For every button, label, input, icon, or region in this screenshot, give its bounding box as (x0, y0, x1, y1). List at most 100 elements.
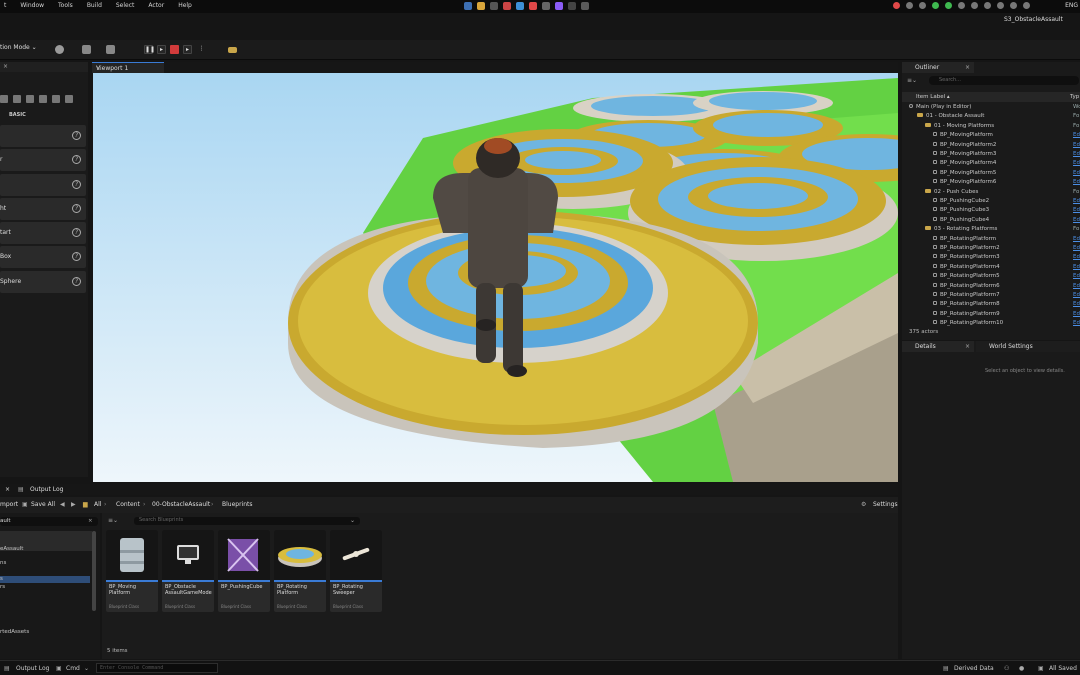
folder-icon[interactable]: ▆ (83, 501, 88, 508)
tray-icon[interactable] (971, 2, 978, 9)
outliner-row[interactable]: 01 - Obstacle Assault Fo (917, 113, 1079, 122)
app-icon[interactable] (503, 2, 511, 10)
chevron-down-icon[interactable]: ⌄ (350, 517, 355, 524)
outliner-row[interactable]: Main (Play in Editor) Wo (909, 104, 1080, 113)
outliner-row-type[interactable]: Ed (1073, 170, 1080, 176)
forward-icon[interactable]: ▶ (71, 501, 76, 508)
category-icon[interactable] (65, 95, 73, 103)
more-options-icon[interactable]: ⋮ (197, 45, 206, 54)
sidebar-item[interactable]: ns (0, 560, 6, 566)
folder-icon[interactable] (228, 47, 237, 53)
app-icon[interactable] (477, 2, 485, 10)
outliner-row-type[interactable]: Ed (1073, 273, 1080, 279)
category-icon[interactable] (52, 95, 60, 103)
step-icon[interactable]: ▸ (157, 45, 166, 54)
outliner-row-type[interactable]: Ed (1073, 301, 1080, 307)
outliner-row-type[interactable]: Ed (1073, 132, 1080, 138)
outliner-row[interactable]: 01 - Moving Platforms Fo (925, 122, 1079, 132)
tray-icon[interactable] (893, 2, 900, 9)
menu-actor[interactable]: Actor (148, 2, 164, 9)
outliner-row-type[interactable]: Ed (1073, 160, 1080, 166)
tab-viewport-1[interactable]: Viewport 1 × (92, 62, 164, 73)
breadcrumb-all[interactable]: All (94, 501, 101, 508)
outliner-row[interactable]: BP_RotatingPlatform6 Ed (933, 282, 1080, 292)
outliner-row-type[interactable]: Ed (1073, 198, 1080, 204)
import-button[interactable]: mport (0, 501, 18, 508)
mode-selector[interactable]: tion Mode ⌄ (0, 44, 37, 51)
asset-tile[interactable]: BP_PushingCube Blueprint Class (218, 530, 270, 612)
notification-icon[interactable]: ● (1019, 665, 1024, 672)
tab-world-settings[interactable]: World Settings (976, 341, 1080, 352)
column-type[interactable]: Typ (1070, 94, 1079, 100)
outliner-row[interactable]: BP_RotatingPlatform Ed (933, 235, 1080, 245)
asset-tile[interactable]: BP_Moving Platform Blueprint Class (106, 530, 158, 612)
close-icon[interactable]: × (965, 343, 970, 350)
tray-icon[interactable] (1010, 2, 1017, 9)
category-icon[interactable] (0, 95, 8, 103)
place-item[interactable]: ? (0, 174, 86, 196)
tray-icon[interactable] (1023, 2, 1030, 9)
close-icon[interactable]: × (5, 486, 10, 493)
outliner-row[interactable]: BP_RotatingPlatform3 Ed (933, 254, 1080, 263)
tray-icon[interactable] (906, 2, 913, 9)
app-icon[interactable] (568, 2, 576, 10)
close-icon[interactable]: × (96, 65, 160, 72)
outliner-row[interactable]: BP_PushingCube2 Ed (933, 198, 1080, 207)
breadcrumb-obstacle-assault[interactable]: 00-ObstacleAssault (152, 501, 210, 508)
cmd-selector[interactable]: Cmd (66, 665, 80, 672)
outliner-row-type[interactable]: Ed (1073, 179, 1080, 185)
language-indicator[interactable]: ENG (1065, 2, 1078, 9)
sidebar-item-highlight[interactable] (0, 576, 90, 583)
menu-build[interactable]: Build (87, 2, 102, 9)
outliner-row-type[interactable]: Ed (1073, 245, 1080, 251)
back-icon[interactable]: ◀ (60, 501, 65, 508)
sidebar-item[interactable]: s (0, 576, 3, 582)
asset-tile[interactable]: BP_Rotating Sweeper Blueprint Class (330, 530, 382, 612)
stop-icon[interactable] (170, 45, 179, 54)
tray-icon[interactable] (919, 2, 926, 9)
app-icon[interactable] (516, 2, 524, 10)
breadcrumb-blueprints[interactable]: Blueprints (222, 501, 253, 508)
place-item[interactable]: r? (0, 149, 86, 171)
level-viewport[interactable] (93, 73, 898, 482)
pause-icon[interactable]: ❚❚ (144, 45, 155, 54)
tray-icon[interactable] (984, 2, 991, 9)
outliner-row-type[interactable]: Ed (1073, 217, 1080, 223)
all-saved-status[interactable]: All Saved (1049, 665, 1077, 672)
tab-details[interactable]: Details × (902, 341, 974, 352)
help-icon[interactable]: ? (72, 155, 81, 164)
tray-icon[interactable] (997, 2, 1004, 9)
filter-icon[interactable]: ≡⌄ (108, 517, 118, 524)
help-icon[interactable]: ? (72, 131, 81, 140)
console-command-input[interactable]: Enter Console Command (96, 663, 218, 673)
tab-outliner[interactable]: Outliner × (902, 62, 974, 73)
outliner-row[interactable]: BP_RotatingPlatform8 Ed (933, 301, 1080, 310)
cinematics-icon[interactable] (106, 45, 115, 54)
outliner-search-input[interactable]: Search... (929, 76, 1079, 85)
tray-icon[interactable] (945, 2, 952, 9)
outliner-row-type[interactable]: Ed (1073, 236, 1080, 242)
sidebar-item[interactable]: rs (0, 584, 5, 590)
outliner-row[interactable]: BP_MovingPlatform5 Ed (933, 169, 1080, 179)
outliner-row[interactable]: BP_RotatingPlatform7 Ed (933, 292, 1080, 301)
asset-tile[interactable]: BP_Rotating Platform Blueprint Class (274, 530, 326, 612)
outliner-row[interactable]: BP_RotatingPlatform10 Ed (933, 320, 1080, 329)
outliner-row[interactable]: BP_MovingPlatform4 Ed (933, 160, 1080, 169)
output-log-button[interactable]: Output Log (16, 665, 49, 672)
outliner-row-type[interactable]: Ed (1073, 207, 1080, 213)
place-item[interactable]: ? (0, 125, 86, 147)
sidebar-item[interactable]: rtedAssets (0, 629, 29, 635)
help-icon[interactable]: ? (72, 228, 81, 237)
outliner-row[interactable]: BP_MovingPlatform2 Ed (933, 141, 1080, 151)
outliner-row[interactable]: BP_MovingPlatform Ed (933, 132, 1080, 141)
sidebar-item[interactable]: eAssault (0, 546, 23, 552)
place-item[interactable]: Box? (0, 246, 86, 268)
outliner-row-type[interactable]: Ed (1073, 311, 1080, 317)
outliner-row[interactable]: BP_RotatingPlatform5 Ed (933, 273, 1080, 282)
app-icon[interactable] (581, 2, 589, 10)
filter-icon[interactable]: ≡⌄ (907, 77, 917, 84)
menu-window[interactable]: Window (20, 2, 44, 9)
derived-data-button[interactable]: Derived Data (954, 665, 994, 672)
scrollbar[interactable] (92, 531, 96, 611)
app-icon[interactable] (464, 2, 472, 10)
